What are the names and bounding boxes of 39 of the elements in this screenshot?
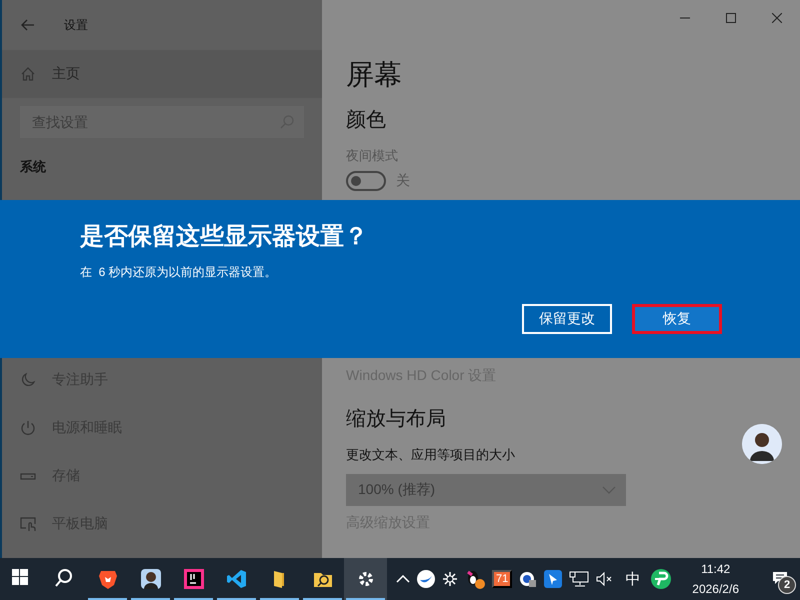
code-editor-icon xyxy=(226,569,246,589)
shield-icon xyxy=(98,569,118,589)
app-tray-icon[interactable] xyxy=(651,569,672,589)
chevron-down-icon xyxy=(602,486,616,494)
volume-muted-icon[interactable] xyxy=(596,572,614,586)
close-icon xyxy=(772,13,782,23)
search-icon xyxy=(54,569,74,589)
keep-button[interactable]: 保留更改 xyxy=(522,304,612,334)
network-icon[interactable] xyxy=(569,571,590,587)
window-title: 设置 xyxy=(64,16,88,34)
code-editor-icon xyxy=(184,569,204,589)
toggle-switch[interactable] xyxy=(346,171,386,191)
notification-button[interactable]: 2 xyxy=(760,558,800,600)
avatar-icon[interactable] xyxy=(742,424,782,464)
section-heading: 系统 xyxy=(20,158,46,176)
setting-label: 更改文本、应用等项目的大小 xyxy=(346,446,515,464)
cursor-icon[interactable] xyxy=(544,570,562,588)
tray-badge[interactable]: 71 xyxy=(492,570,512,588)
moon-icon xyxy=(20,372,36,388)
page-title: 屏幕 xyxy=(346,58,402,92)
dialog-message: 在 6 秒内还原为以前的显示器设置。 xyxy=(80,264,278,281)
app-tray-icon[interactable] xyxy=(417,570,436,588)
section-heading: 颜色 xyxy=(346,108,386,133)
tablet-icon xyxy=(20,516,36,532)
back-icon[interactable] xyxy=(20,17,36,33)
input-method-button[interactable]: 中 xyxy=(621,570,644,588)
sparkle-icon[interactable] xyxy=(442,571,458,587)
chevron-up-icon[interactable] xyxy=(396,575,410,583)
revert-button[interactable]: 恢复 xyxy=(632,304,722,334)
maximize-icon xyxy=(726,13,736,23)
taskbar-clock[interactable]: 11:42 2026/2/6 xyxy=(678,559,753,599)
penguin-icon[interactable] xyxy=(465,569,486,589)
taskbar-app[interactable] xyxy=(344,558,387,600)
home-icon xyxy=(20,66,36,82)
power-icon xyxy=(20,420,36,436)
sync-lock-icon[interactable] xyxy=(519,570,538,588)
section-heading: 缩放与布局 xyxy=(346,407,446,432)
person-icon xyxy=(140,569,160,589)
dialog-title: 是否保留这些显示器设置？ xyxy=(80,222,369,252)
